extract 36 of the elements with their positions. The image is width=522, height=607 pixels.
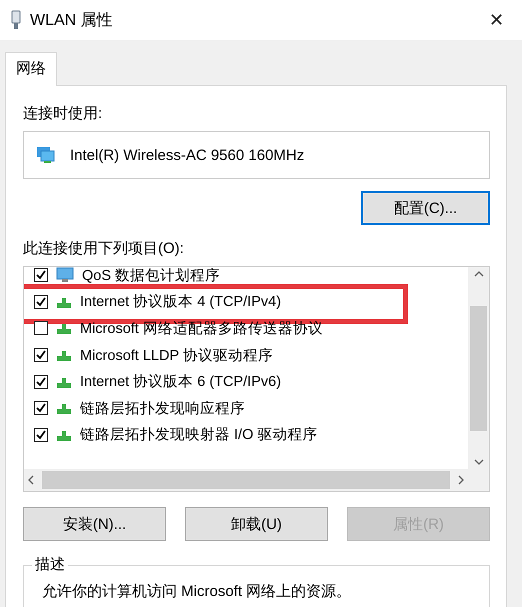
configure-button[interactable]: 配置(C)...	[361, 191, 490, 225]
tab[interactable]: 网络	[5, 52, 57, 86]
network-protocol-icon	[56, 296, 72, 308]
window-title: WLAN 属性	[30, 10, 114, 30]
list-label: 此连接使用下列项目(O):	[23, 239, 185, 258]
checkbox[interactable]	[34, 401, 48, 416]
checkbox[interactable]	[34, 428, 48, 442]
action-button[interactable]: 安装(N)...	[23, 507, 166, 541]
checkbox[interactable]	[34, 348, 48, 362]
network-adapter-icon	[10, 10, 22, 30]
action-button[interactable]: 卸载(U)	[185, 507, 328, 541]
horizontal-scrollbar[interactable]	[24, 469, 468, 491]
list-item[interactable]: Microsoft LLDP 协议驱动程序	[80, 346, 273, 365]
list-item[interactable]: Internet 协议版本 4 (TCP/IPv4)	[80, 292, 282, 312]
list-item[interactable]: 链路层拓扑发现响应程序	[80, 398, 245, 418]
checkbox[interactable]	[34, 321, 48, 336]
list-item[interactable]: Internet 协议版本 6 (TCP/IPv6)	[80, 372, 282, 392]
list-item[interactable]: 链路层拓扑发现映射器 I/O 驱动程序	[80, 425, 318, 444]
network-protocol-icon	[56, 322, 72, 334]
network-protocol-icon	[56, 349, 72, 362]
field-label: 连接时使用:	[23, 104, 104, 123]
checkbox[interactable]	[34, 268, 48, 282]
adapter-name: Intel(R) Wireless-AC 9560 160MHz	[70, 146, 304, 164]
list-item[interactable]: Microsoft 网络适配器多路传送器协议	[80, 318, 323, 338]
checkbox[interactable]	[34, 374, 48, 389]
network-adapter-icon	[36, 146, 56, 164]
description-text: 允许你的计算机访问 Microsoft 网络上的资源。	[42, 583, 352, 600]
monitor-icon	[56, 267, 74, 284]
vertical-scrollbar[interactable]	[468, 267, 489, 469]
close-button[interactable]: ✕	[483, 9, 510, 31]
network-protocol-icon	[56, 402, 72, 414]
checkbox[interactable]	[34, 294, 48, 309]
network-protocol-icon	[56, 428, 72, 441]
network-protocol-icon	[56, 376, 72, 388]
list-item[interactable]: QoS 数据包计划程序	[82, 267, 220, 285]
group-title: 描述	[32, 555, 68, 574]
